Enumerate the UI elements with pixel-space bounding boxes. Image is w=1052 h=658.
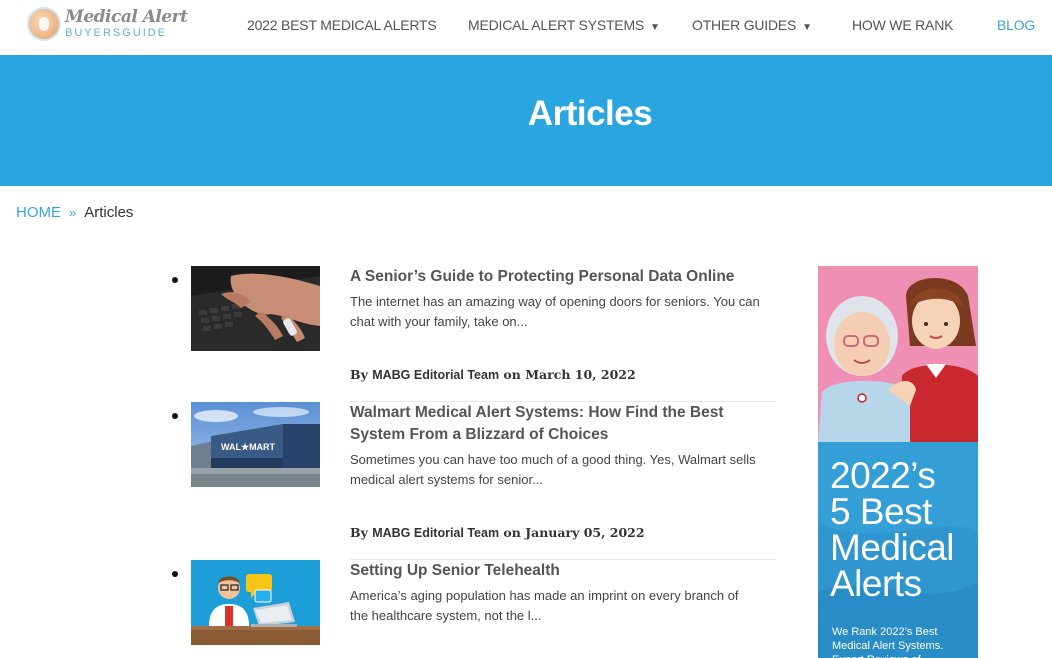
article-author: MABG Editorial Team: [372, 368, 500, 382]
breadcrumb-home-link[interactable]: HOME: [16, 204, 61, 221]
logo-emblem-icon: [27, 7, 61, 41]
article-excerpt: Sometimes you can have too much of a goo…: [350, 452, 756, 487]
ad-text-panel: 2022’s 5 Best Medical Alerts We Rank 202…: [818, 442, 978, 658]
nav-item-medical-alert-systems[interactable]: MEDICAL ALERT SYSTEMS ▼: [468, 17, 660, 33]
page-banner: Articles: [0, 55, 1052, 186]
byline-date-prefix: on: [499, 367, 526, 382]
ad-subtext: We Rank 2022’s Best Medical Alert System…: [832, 626, 944, 658]
article-date: March 10, 2022: [525, 367, 636, 382]
page-title: Articles: [527, 94, 653, 133]
byline-prefix: By: [350, 367, 373, 382]
nav-item-label: MEDICAL ALERT SYSTEMS: [468, 17, 645, 33]
doctor-telehealth-image: [191, 560, 320, 645]
nav-item-label: BLOG: [997, 17, 1036, 33]
chevron-down-icon: ▼: [802, 22, 812, 33]
nav-item-other-guides[interactable]: OTHER GUIDES ▼: [692, 17, 812, 33]
ad-headline-line: 2022’s: [830, 455, 936, 496]
ad-headline-line: 5 Best: [830, 491, 932, 532]
chevron-down-icon: ▼: [650, 22, 660, 33]
ad-illustration: [818, 266, 978, 442]
byline-prefix: By: [350, 525, 373, 540]
walmart-sign-text: WAL★MART: [221, 442, 276, 452]
article-excerpt: The internet has an amazing way of openi…: [350, 294, 760, 329]
nav-item-how-we-rank[interactable]: HOW WE RANK: [852, 17, 953, 33]
nav-item-label: OTHER GUIDES: [692, 17, 797, 33]
article-date: January 05, 2022: [525, 525, 645, 540]
article-title-link[interactable]: A Senior’s Guide to Protecting Personal …: [350, 266, 750, 288]
breadcrumb-separator: »: [69, 205, 77, 220]
site-header: Medical Alert BUYERSGUIDE 2022 BEST MEDI…: [0, 0, 1052, 55]
sidebar-ad-banner[interactable]: 2022’s 5 Best Medical Alerts We Rank 202…: [818, 266, 978, 658]
nav-item-best-medical-alerts[interactable]: 2022 BEST MEDICAL ALERTS: [247, 17, 437, 33]
list-bullet: [172, 571, 178, 577]
grandmother-caregiver-image: [818, 266, 978, 442]
ad-headline-line: Alerts: [830, 563, 922, 604]
breadcrumb-current: Articles: [84, 204, 134, 221]
article-excerpt: America’s aging population has made an i…: [350, 588, 739, 623]
hands-on-keyboard-image: [191, 266, 320, 351]
ad-headline: 2022’s 5 Best Medical Alerts: [830, 455, 955, 604]
byline-date-prefix: on: [499, 525, 526, 540]
nav-item-label: HOW WE RANK: [852, 17, 954, 33]
article-title-link[interactable]: Setting Up Senior Telehealth: [350, 560, 750, 582]
nav-item-blog[interactable]: BLOG: [997, 17, 1035, 33]
article-byline: By MABG Editorial Team on March 10, 2022: [350, 367, 636, 382]
breadcrumb: HOME » Articles: [16, 204, 133, 221]
article-thumbnail[interactable]: WAL★MART: [191, 402, 320, 487]
site-logo[interactable]: Medical Alert BUYERSGUIDE: [27, 7, 188, 43]
nav-item-label: 2022 BEST MEDICAL ALERTS: [247, 17, 437, 33]
ad-headline-line: Medical: [830, 527, 955, 568]
article-thumbnail[interactable]: [191, 266, 320, 351]
article-author: MABG Editorial Team: [372, 526, 500, 540]
article-thumbnail[interactable]: [191, 560, 320, 645]
article-byline: By MABG Editorial Team on January 05, 20…: [350, 525, 645, 540]
list-bullet: [172, 277, 178, 283]
walmart-storefront-image: WAL★MART: [191, 402, 320, 487]
list-bullet: [172, 413, 178, 419]
logo-title: Medical Alert: [65, 7, 188, 27]
logo-subtitle: BUYERSGUIDE: [65, 27, 168, 39]
article-title-link[interactable]: Walmart Medical Alert Systems: How Find …: [350, 402, 750, 446]
